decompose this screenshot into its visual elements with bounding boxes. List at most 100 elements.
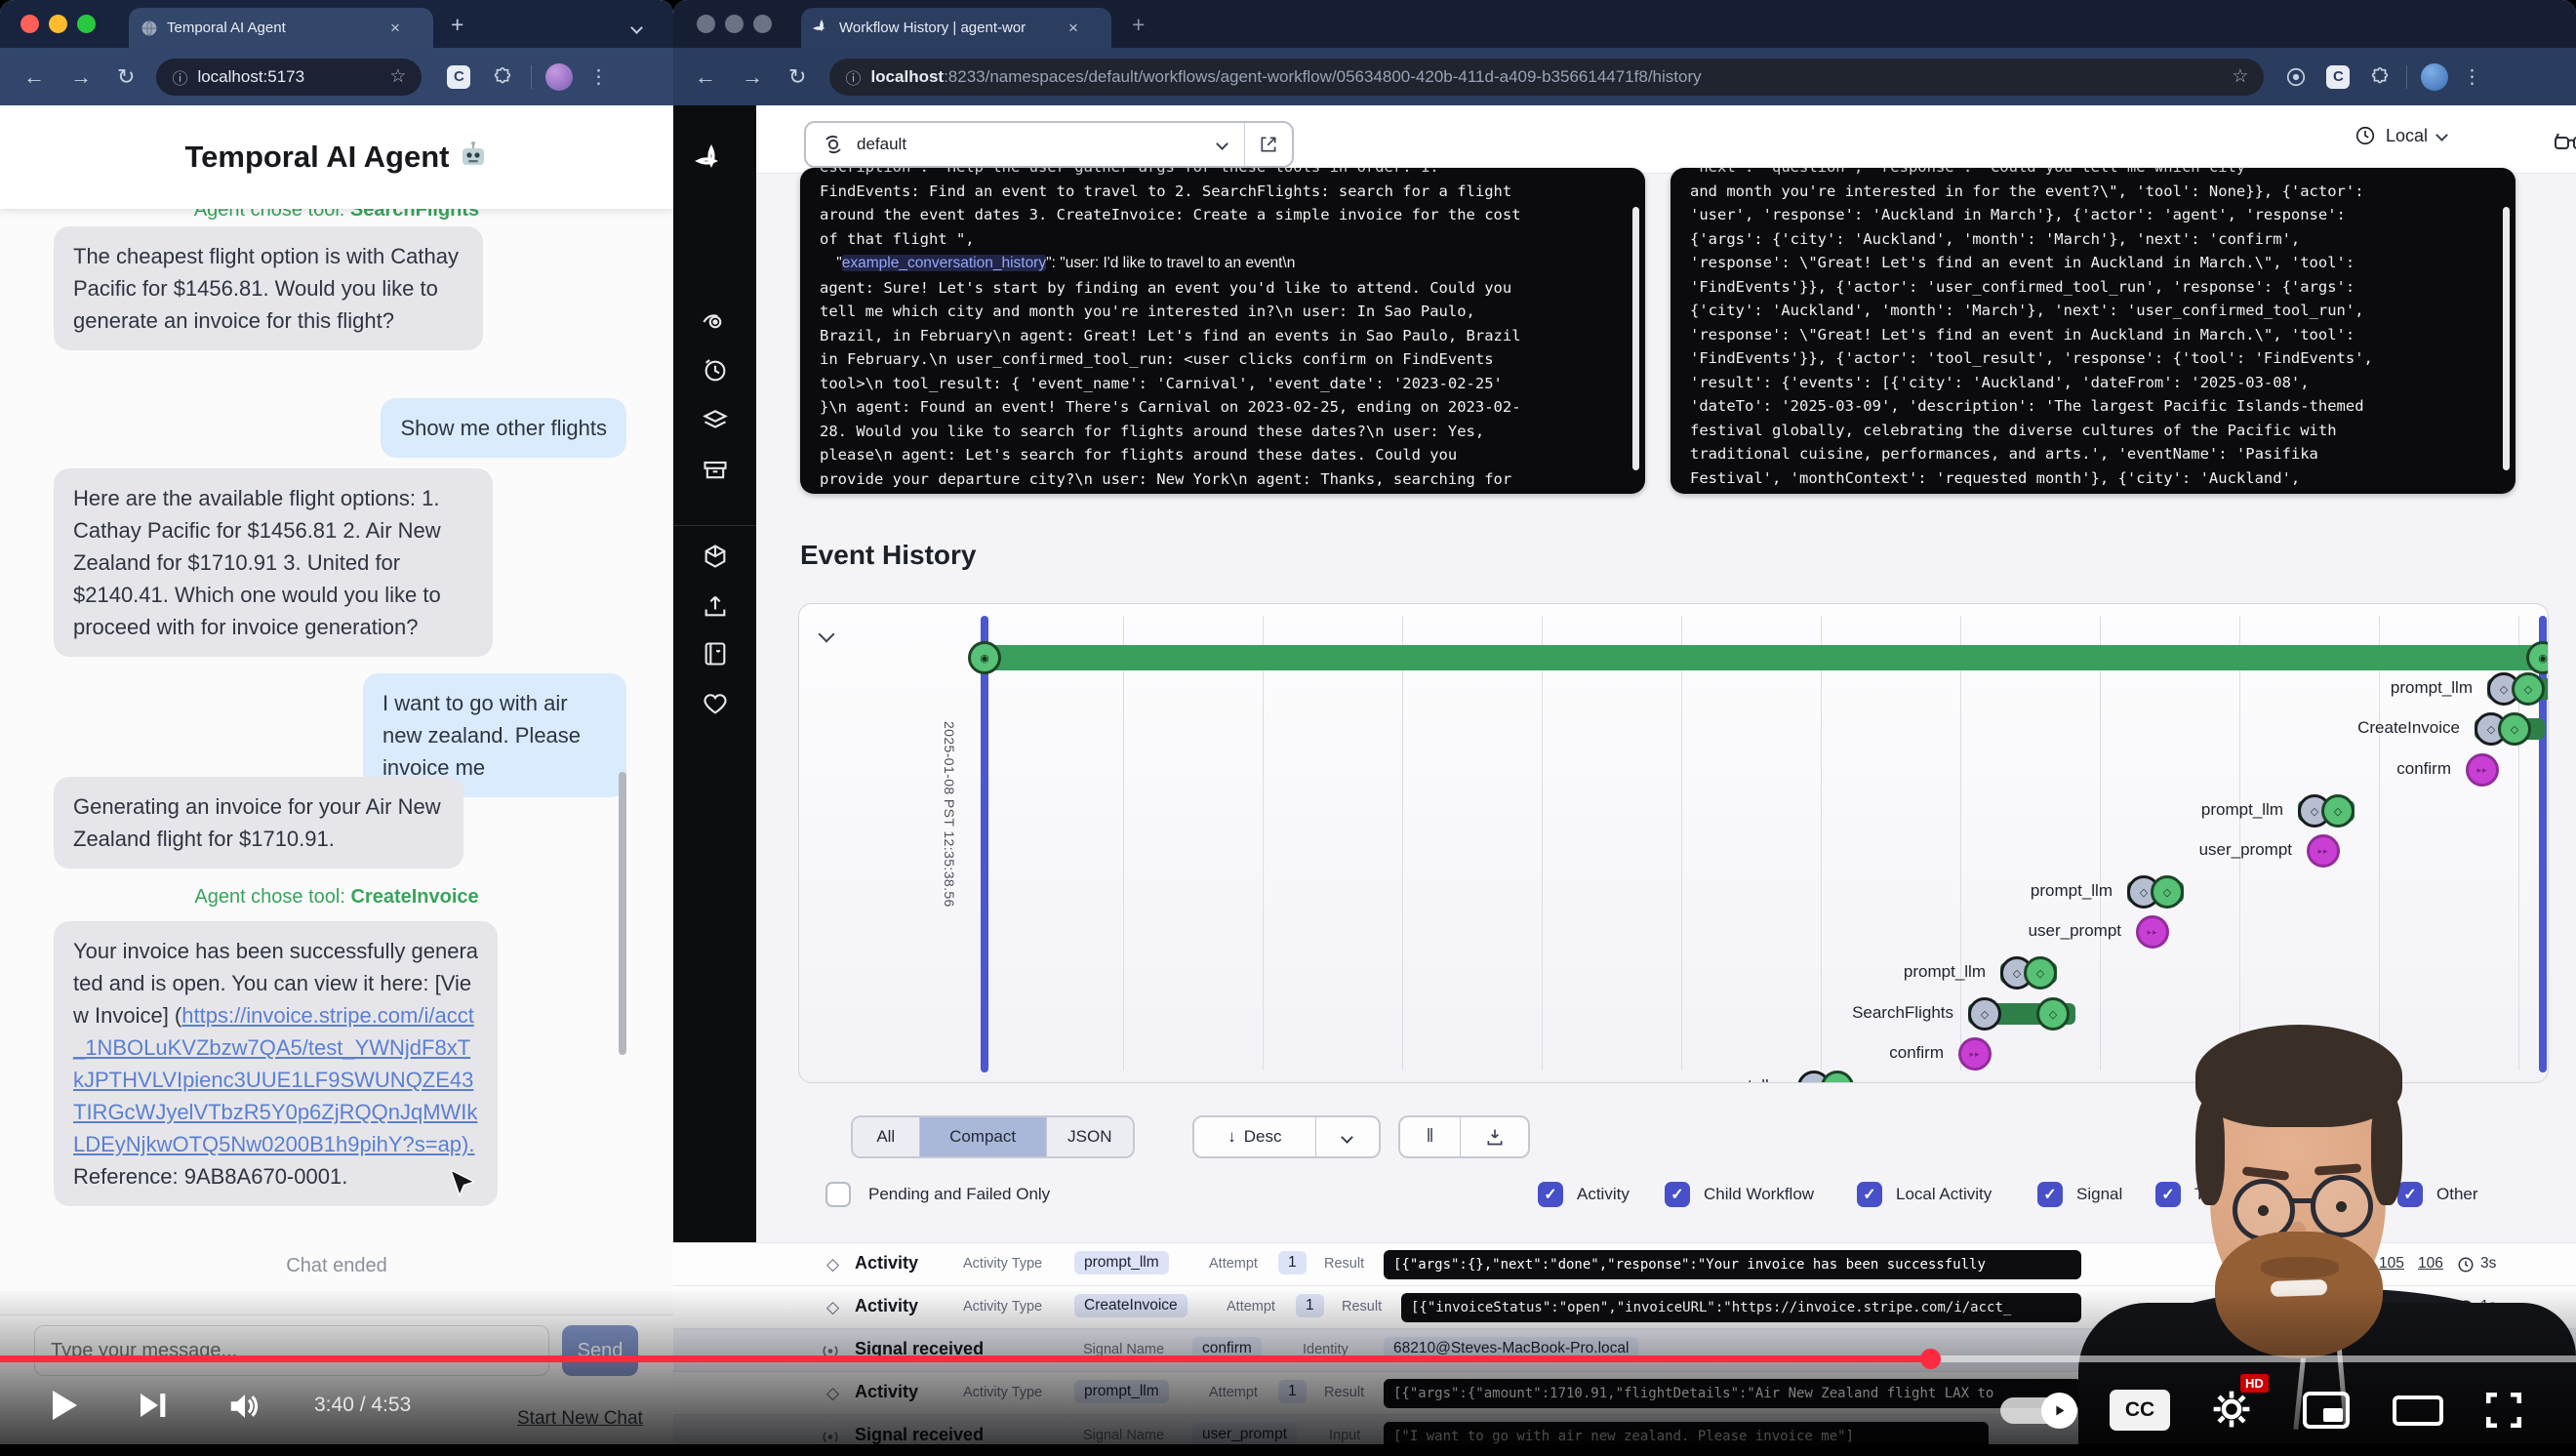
address-bar[interactable]: ⓘ localhost:5173 ☆ (156, 59, 422, 96)
sort-options-chevron[interactable] (1315, 1117, 1379, 1156)
extension-c-icon[interactable]: C (2326, 65, 2350, 89)
pending-failed-checkbox[interactable] (825, 1182, 851, 1207)
timeline-row-label[interactable]: user_prompt (1951, 921, 2121, 941)
temporal-logo-icon[interactable] (695, 144, 728, 178)
chrome-menu-icon[interactable]: ⋮ (2462, 67, 2481, 87)
next-button[interactable] (135, 1388, 170, 1423)
archive-icon[interactable] (699, 453, 732, 486)
workflow-input-json-right[interactable]: 'next': 'question', 'response': "Could y… (1670, 168, 2516, 494)
close-tab-icon[interactable]: × (390, 19, 400, 38)
site-info-icon[interactable]: ⓘ (172, 65, 187, 89)
timeline-row-label[interactable]: prompt_llm (1942, 881, 2113, 901)
forward-button[interactable]: → (742, 66, 763, 88)
theater-mode-button[interactable] (2393, 1395, 2443, 1426)
feedback-heart-icon[interactable] (699, 687, 732, 720)
reload-button[interactable]: ↻ (788, 66, 806, 88)
filter-signal-checkbox[interactable]: ✓ (2037, 1182, 2063, 1207)
new-tab-button[interactable]: + (451, 12, 463, 38)
labs-glasses-icon[interactable] (2554, 129, 2576, 154)
timeline-row-label[interactable]: confirm (1773, 1043, 1944, 1063)
tab-workflow-history[interactable]: Workflow History | agent-wor × (801, 8, 1111, 48)
activity-completed-marker[interactable]: ◇ (2024, 956, 2057, 990)
profile-avatar[interactable] (545, 63, 573, 91)
chrome-menu-icon[interactable]: ⋮ (588, 67, 608, 87)
play-button[interactable] (43, 1384, 82, 1427)
signal-marker[interactable]: ▸▸ (2466, 753, 2499, 787)
zoom-window-button[interactable] (77, 15, 96, 33)
code-scrollbar[interactable] (2503, 207, 2510, 470)
sort-desc-button[interactable]: ↓Desc (1194, 1117, 1315, 1156)
tab-temporal-ai-agent[interactable]: Temporal AI Agent × (129, 8, 433, 48)
activity-completed-marker[interactable]: ◇ (2036, 997, 2070, 1031)
collapse-timeline-chevron[interactable] (821, 627, 832, 645)
captions-button[interactable]: CC (2110, 1390, 2170, 1431)
workflow-start-marker[interactable]: ◉ (968, 641, 1001, 674)
workflow-execution-bar[interactable] (985, 645, 2543, 670)
activity-completed-marker[interactable]: ◇ (2151, 875, 2184, 909)
minimize-window-button[interactable] (725, 15, 744, 33)
pause-feed-button[interactable]: ‖ (1400, 1117, 1460, 1156)
workflows-icon[interactable] (699, 305, 732, 339)
new-tab-button[interactable]: + (1132, 12, 1145, 38)
share-upload-icon[interactable] (699, 589, 732, 623)
stack-layers-icon[interactable] (699, 403, 732, 436)
timeline-row-label[interactable]: SearchFlights (1783, 1003, 1953, 1023)
view-json-button[interactable]: JSON (1047, 1117, 1133, 1156)
docs-book-icon[interactable] (699, 637, 732, 670)
site-info-icon[interactable]: ⓘ (845, 65, 861, 89)
timeline-row-label[interactable]: user_prompt (2121, 840, 2292, 860)
address-bar[interactable]: ⓘ localhost:8233/namespaces/default/work… (829, 59, 2264, 96)
schedules-icon[interactable] (699, 354, 732, 387)
timeline-row-label[interactable]: confirm (2280, 759, 2451, 779)
view-compact-button[interactable]: Compact (919, 1117, 1047, 1156)
close-window-button[interactable] (20, 15, 39, 33)
tab-search-chevron-icon[interactable] (632, 20, 641, 37)
workflow-input-json-left[interactable]: escription": "Help the user gather args … (800, 168, 1645, 494)
miniplayer-button[interactable] (2303, 1392, 2350, 1429)
bookmark-star-icon[interactable]: ☆ (389, 65, 406, 88)
activity-scheduled-marker[interactable]: ◇ (1968, 997, 2001, 1031)
signal-marker[interactable]: ▸▸ (1958, 1037, 1992, 1071)
close-tab-icon[interactable]: × (1068, 19, 1078, 38)
activity-completed-marker[interactable]: ◇ (2512, 672, 2545, 706)
namespace-select[interactable]: default (804, 121, 1294, 168)
browser-extension-icon[interactable] (2285, 66, 2307, 88)
download-history-button[interactable] (1460, 1117, 1528, 1156)
profile-avatar[interactable] (2421, 63, 2448, 91)
activity-completed-marker[interactable]: ◇ (1821, 1071, 1854, 1083)
timeline-row-label[interactable]: prompt_llm (2302, 678, 2473, 698)
chat-scrollbar[interactable] (619, 772, 626, 1055)
settings-gear-icon[interactable] (2211, 1389, 2252, 1430)
cube-icon[interactable] (699, 540, 732, 573)
filter-child-workflow-checkbox[interactable]: ✓ (1665, 1182, 1690, 1207)
reload-button[interactable]: ↻ (117, 66, 135, 88)
timeline-row-label[interactable]: prompt_llm (1815, 962, 1986, 982)
forward-button[interactable]: → (70, 66, 92, 88)
back-button[interactable]: ← (23, 66, 45, 88)
activity-completed-marker[interactable]: ◇ (2321, 794, 2355, 828)
bookmark-star-icon[interactable]: ☆ (2232, 65, 2248, 88)
result-code-chip[interactable]: [{"args":{},"next":"done","response":"Yo… (1384, 1250, 2081, 1279)
back-button[interactable]: ← (695, 66, 716, 88)
timeline-row-label[interactable]: prompt_llm (2113, 800, 2283, 820)
timeline-row-label[interactable]: prompt_llm (1612, 1076, 1783, 1083)
open-external-icon[interactable] (1259, 135, 1278, 154)
filter-local-activity-checkbox[interactable]: ✓ (1857, 1182, 1882, 1207)
zoom-window-button[interactable] (753, 15, 772, 33)
filter-activity-checkbox[interactable]: ✓ (1538, 1182, 1563, 1207)
extensions-puzzle-icon[interactable] (492, 66, 513, 88)
close-window-button[interactable] (697, 15, 715, 33)
volume-button[interactable] (226, 1388, 263, 1425)
result-code-chip[interactable]: [{"invoiceStatus":"open","invoiceURL":"h… (1401, 1293, 2081, 1322)
timeline-row-label[interactable]: CreateInvoice (2289, 718, 2460, 738)
minimize-window-button[interactable] (49, 15, 67, 33)
timezone-select[interactable]: Local (2355, 125, 2446, 146)
view-all-button[interactable]: All (853, 1117, 919, 1156)
signal-marker[interactable]: ▸▸ (2136, 915, 2169, 949)
extensions-puzzle-icon[interactable] (2369, 66, 2391, 88)
code-scrollbar[interactable] (1632, 207, 1639, 470)
activity-completed-marker[interactable]: ◇ (2498, 712, 2531, 746)
extension-c-icon[interactable]: C (447, 65, 470, 89)
fullscreen-button[interactable] (2482, 1390, 2525, 1431)
signal-marker[interactable]: ▸▸ (2307, 834, 2340, 868)
